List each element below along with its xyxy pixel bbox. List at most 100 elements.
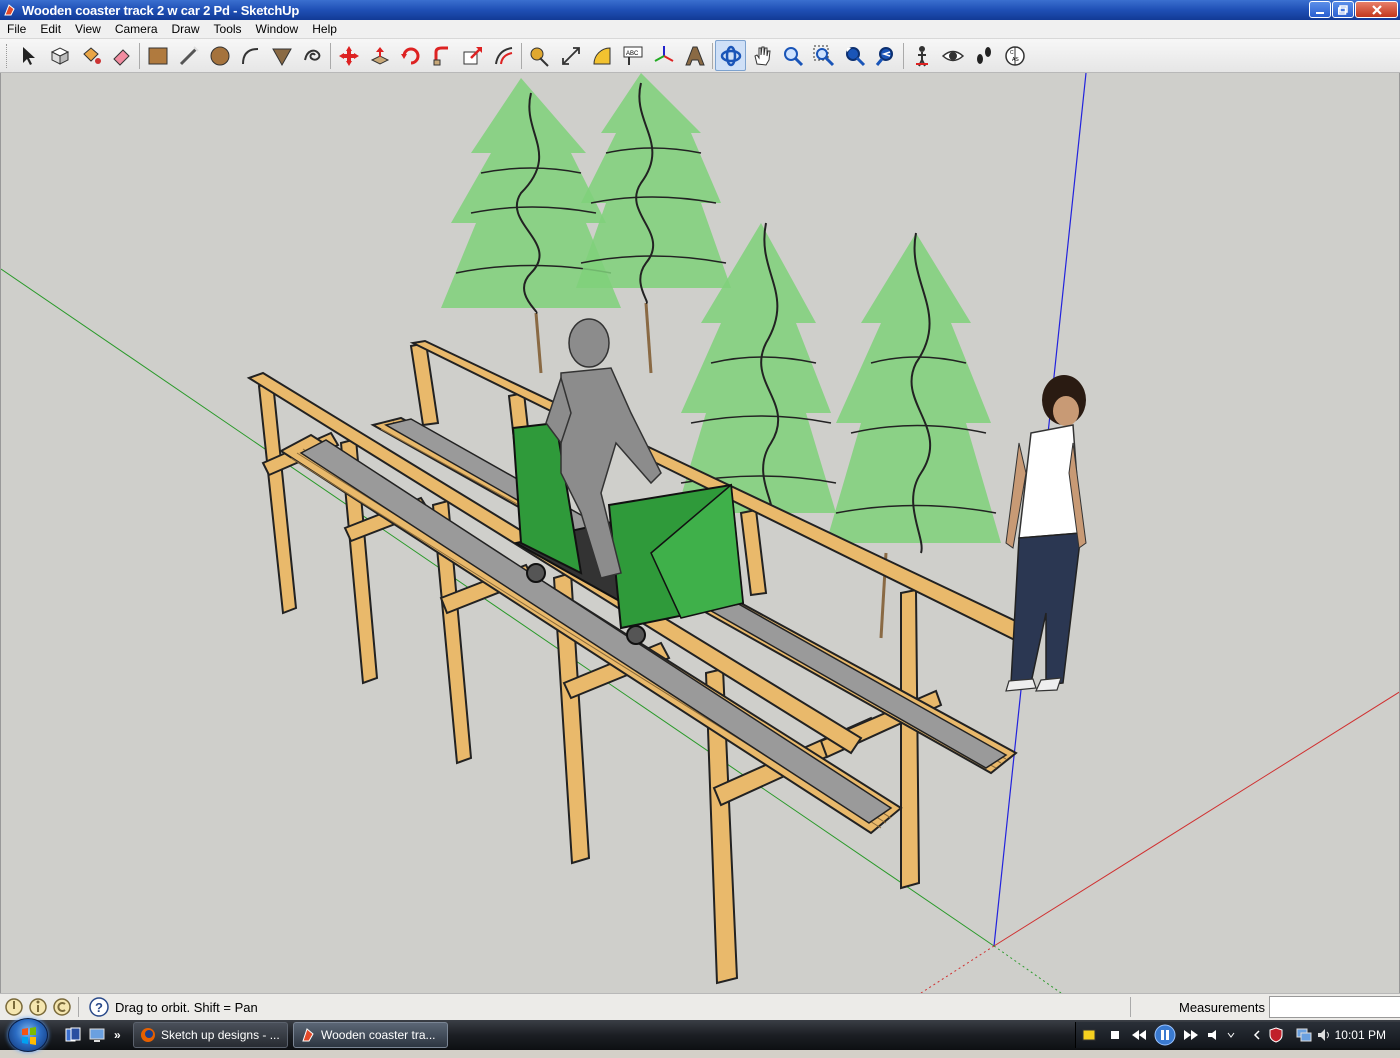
axes-tool[interactable] [648, 40, 679, 71]
arc-icon [241, 47, 258, 64]
line-icon [179, 45, 199, 65]
polygon-tool[interactable] [266, 40, 297, 71]
media-previous-icon[interactable] [1128, 1028, 1150, 1042]
measurements-input[interactable] [1269, 996, 1400, 1018]
select-tool[interactable] [13, 40, 44, 71]
windows-logo-icon [22, 1027, 36, 1045]
move-tool[interactable] [333, 40, 364, 71]
eraser-tool[interactable] [106, 40, 137, 71]
select-icon [22, 46, 35, 65]
person-figure [1005, 375, 1087, 692]
svg-text:?: ? [95, 1000, 103, 1015]
position-camera-tool[interactable] [906, 40, 937, 71]
menu-camera[interactable]: Camera [108, 20, 165, 39]
toolbar-separator [521, 42, 522, 69]
position-camera-icon [915, 45, 928, 66]
offset-icon [494, 46, 512, 64]
help-status[interactable]: ? [89, 997, 109, 1017]
make-component-icon [50, 46, 69, 65]
menu-window[interactable]: Window [249, 20, 306, 39]
protractor-icon [592, 46, 610, 64]
menu-edit[interactable]: Edit [33, 20, 68, 39]
volume-icon[interactable] [1316, 1027, 1332, 1043]
zoom-extents-tool[interactable] [839, 40, 870, 71]
walk-tool[interactable] [968, 40, 999, 71]
freehand-tool[interactable] [297, 40, 328, 71]
previous-view-icon [875, 46, 893, 66]
taskbar-item-firefox[interactable]: Sketch up designs - ... [133, 1022, 288, 1048]
menu-bar: File Edit View Camera Draw Tools Window … [0, 20, 1400, 39]
menu-file[interactable]: File [0, 20, 33, 39]
tray-toolbar-icon[interactable] [1082, 1028, 1096, 1042]
zoom-window-icon [813, 45, 834, 66]
status-hint: Drag to orbit. Shift = Pan [115, 999, 258, 1015]
geo-location-icon [5, 998, 23, 1016]
circle-tool[interactable] [204, 40, 235, 71]
menu-view[interactable]: View [68, 20, 108, 39]
taskbar-item-label: Sketch up designs - ... [161, 1028, 280, 1042]
security-shield-icon[interactable] [1268, 1027, 1284, 1043]
close-button[interactable] [1355, 1, 1398, 18]
push-pull-tool[interactable] [364, 40, 395, 71]
windows-taskbar: » Sketch up designs - ... Wooden coaster… [0, 1018, 1400, 1052]
paint-bucket-tool[interactable] [75, 40, 106, 71]
taskbar-item-sketchup[interactable]: Wooden coaster tra... [293, 1022, 448, 1048]
look-around-tool[interactable] [937, 40, 968, 71]
rotate-icon [400, 47, 419, 64]
minimize-button[interactable] [1309, 1, 1331, 18]
status-divider [1130, 997, 1131, 1017]
model-scene [1, 73, 1399, 993]
protractor-tool[interactable] [586, 40, 617, 71]
rectangle-tool[interactable] [142, 40, 173, 71]
offset-tool[interactable] [488, 40, 519, 71]
walk-icon [976, 46, 991, 64]
line-tool[interactable] [173, 40, 204, 71]
maximize-button[interactable] [1332, 1, 1354, 18]
menu-draw[interactable]: Draw [165, 20, 207, 39]
text-tool[interactable]: ABC [617, 40, 648, 71]
geo-location-status[interactable] [4, 997, 24, 1017]
user-status[interactable] [52, 997, 72, 1017]
text-icon: ABC [623, 46, 642, 65]
quick-launch-more-icon[interactable]: » [114, 1028, 121, 1042]
make-component-tool[interactable] [44, 40, 75, 71]
toolbar-separator [903, 42, 904, 69]
system-tray: 10:01 PM [1075, 1022, 1400, 1048]
zoom-tool[interactable] [777, 40, 808, 71]
menu-help[interactable]: Help [305, 20, 344, 39]
media-volume-icon[interactable] [1206, 1028, 1224, 1042]
rotate-tool[interactable] [395, 40, 426, 71]
menu-tools[interactable]: Tools [207, 20, 249, 39]
system-clock[interactable]: 10:01 PM [1335, 1028, 1386, 1042]
red-axis [993, 691, 1399, 947]
3d-text-tool[interactable] [679, 40, 710, 71]
show-desktop-icon[interactable] [88, 1026, 106, 1044]
zoom-window-tool[interactable] [808, 40, 839, 71]
tape-measure-tool[interactable] [524, 40, 555, 71]
drawing-viewport[interactable] [0, 73, 1400, 993]
chevron-left-icon[interactable] [1252, 1028, 1262, 1042]
media-next-icon[interactable] [1180, 1028, 1202, 1042]
3d-text-icon [684, 46, 705, 65]
section-plane-icon: CAS [1004, 45, 1025, 66]
section-plane-tool[interactable]: C AS [999, 40, 1030, 71]
follow-me-tool[interactable] [426, 40, 457, 71]
circle-icon [210, 46, 229, 65]
scale-tool[interactable] [457, 40, 488, 71]
media-stop-icon[interactable] [1108, 1028, 1122, 1042]
dimension-tool[interactable] [555, 40, 586, 71]
pan-tool[interactable] [746, 40, 777, 71]
previous-view-tool[interactable] [870, 40, 901, 71]
large-tool-set-toolbar: ABC C AS [0, 39, 1400, 73]
look-around-icon [941, 50, 964, 61]
arc-tool[interactable] [235, 40, 266, 71]
network-icon[interactable] [1296, 1027, 1312, 1043]
chevron-down-icon[interactable] [1226, 1028, 1236, 1042]
start-button[interactable] [8, 1018, 48, 1052]
toolbar-grip[interactable] [6, 43, 9, 68]
orbit-tool[interactable] [715, 40, 746, 71]
media-pause-icon[interactable] [1154, 1024, 1176, 1046]
switch-windows-icon[interactable] [64, 1026, 82, 1044]
scale-icon [463, 46, 482, 64]
credits-status[interactable] [28, 997, 48, 1017]
